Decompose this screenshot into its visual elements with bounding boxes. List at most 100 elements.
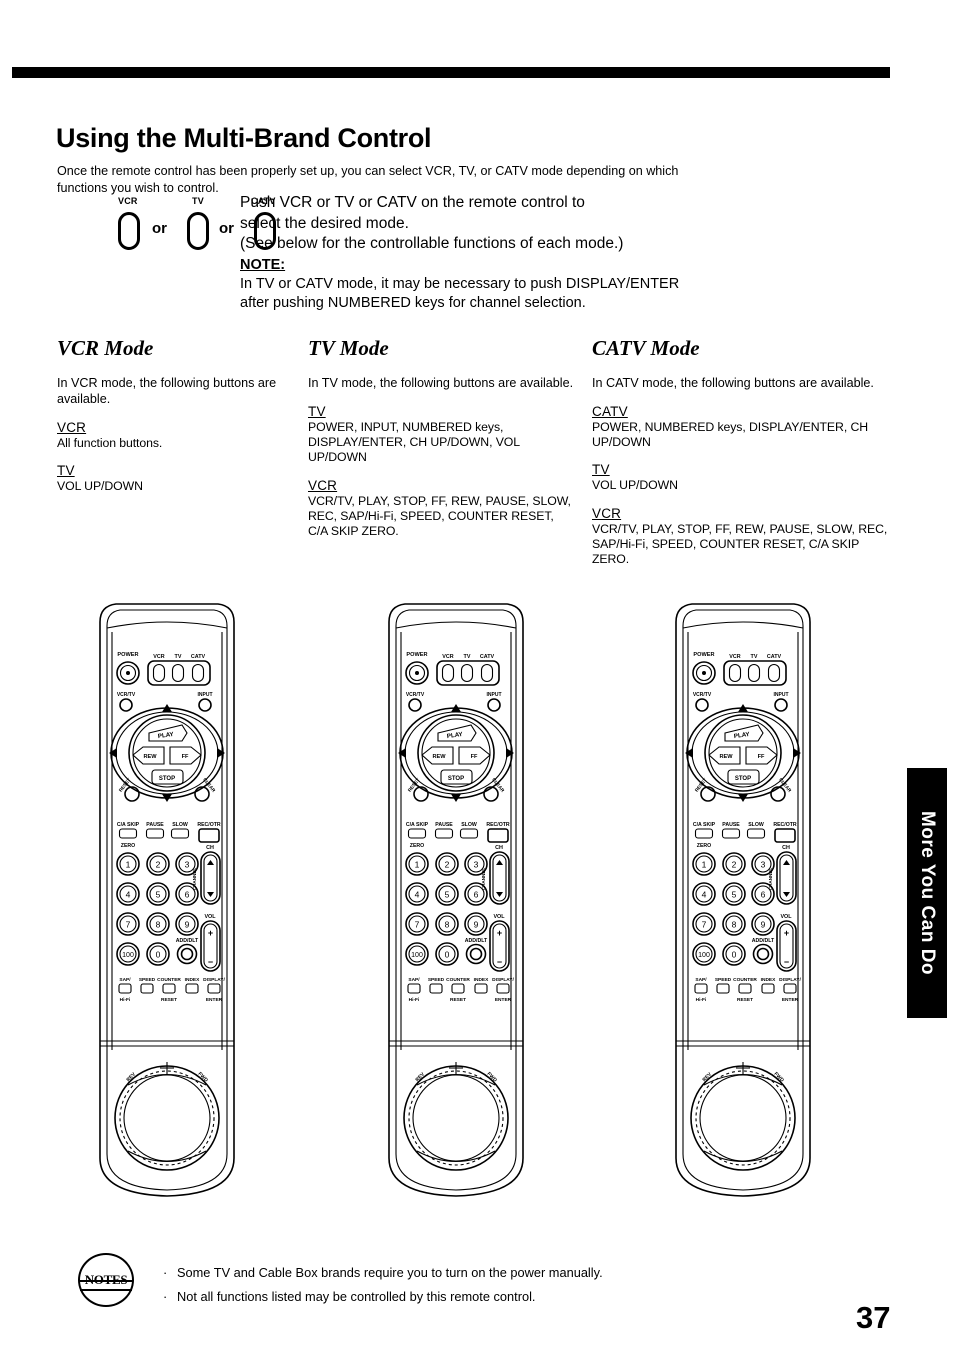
notes-list: · Some TV and Cable Box brands require yo… xyxy=(163,1261,713,1309)
svg-text:INDEX: INDEX xyxy=(474,977,489,983)
svg-text:PAUSE: PAUSE xyxy=(435,822,453,828)
mode-group: TV VOL UP/DOWN xyxy=(57,463,287,494)
svg-text:2: 2 xyxy=(445,859,450,869)
svg-text:7: 7 xyxy=(415,919,420,929)
svg-text:VOL: VOL xyxy=(493,914,505,920)
svg-text:VCR: VCR xyxy=(442,654,453,660)
svg-text:SPEED: SPEED xyxy=(715,977,732,983)
mode-column-intro-vcr: In VCR mode, the following buttons are a… xyxy=(57,376,277,406)
svg-text:REW: REW xyxy=(143,754,157,760)
svg-text:SAP/: SAP/ xyxy=(695,977,707,983)
svg-text:8: 8 xyxy=(445,919,450,929)
mode-group-title: TV xyxy=(592,462,610,478)
svg-text:0: 0 xyxy=(445,949,450,959)
svg-text:TV: TV xyxy=(751,654,758,660)
document-page: Using the Multi-Brand Control Once the r… xyxy=(0,0,954,1354)
svg-text:POWER: POWER xyxy=(693,652,714,658)
mode-key-vcr[interactable] xyxy=(118,212,140,250)
mode-column-catv: CATV Mode In CATV mode, the following bu… xyxy=(592,336,892,579)
svg-text:C/A SKIP: C/A SKIP xyxy=(406,822,429,828)
svg-text:INPUT: INPUT xyxy=(774,692,789,698)
svg-text:4: 4 xyxy=(126,889,131,899)
mode-group-title: VCR xyxy=(57,420,87,435)
page-title: Using the Multi-Brand Control xyxy=(56,123,432,154)
svg-text:VCR/TV: VCR/TV xyxy=(693,692,712,698)
svg-text:FF: FF xyxy=(758,754,765,760)
mode-column-title-tv: TV Mode xyxy=(308,336,389,360)
mode-group-body: VCR/TV, PLAY, STOP, FF, REW, PAUSE, SLOW… xyxy=(308,493,571,539)
svg-text:CATV: CATV xyxy=(767,654,782,660)
notes-badge-divider-bottom xyxy=(80,1289,132,1291)
svg-text:ENTER: ENTER xyxy=(782,997,799,1003)
svg-text:SPEED: SPEED xyxy=(139,977,156,983)
svg-text:0: 0 xyxy=(156,949,161,959)
mode-column-intro-catv: In CATV mode, the following buttons are … xyxy=(592,376,874,390)
svg-text:VCR: VCR xyxy=(153,654,164,660)
svg-text:STOP: STOP xyxy=(448,776,464,782)
mode-key-tv[interactable] xyxy=(187,212,209,250)
instruction-block: Push VCR or TV or CATV on the remote con… xyxy=(240,193,760,312)
svg-text:2: 2 xyxy=(156,859,161,869)
svg-text:5: 5 xyxy=(156,889,161,899)
svg-text:TV: TV xyxy=(175,654,182,660)
remote-illustration-tv: POWER VCR TV CATV VCR/TV INPUT PLAY REW FF STOP RE… xyxy=(375,598,537,1204)
svg-text:1: 1 xyxy=(415,859,420,869)
svg-text:ENTER: ENTER xyxy=(495,997,512,1003)
svg-text:PLAY: PLAY xyxy=(733,731,751,740)
svg-text:6: 6 xyxy=(474,889,479,899)
svg-text:C/A SKIP: C/A SKIP xyxy=(117,822,140,828)
svg-text:SPEED: SPEED xyxy=(428,977,445,983)
svg-text:0: 0 xyxy=(732,949,737,959)
svg-text:CHANNEL: CHANNEL xyxy=(192,868,197,891)
notes-badge-label: NOTES xyxy=(84,1272,128,1287)
svg-text:SAP/: SAP/ xyxy=(408,977,420,983)
svg-text:PLAY: PLAY xyxy=(446,731,464,740)
svg-text:CATV: CATV xyxy=(480,654,495,660)
svg-text:PAUSE: PAUSE xyxy=(722,822,740,828)
svg-text:POWER: POWER xyxy=(117,652,138,658)
note-list-item: · Not all functions listed may be control… xyxy=(163,1285,713,1309)
svg-text:POWER: POWER xyxy=(406,652,427,658)
svg-text:+: + xyxy=(208,928,213,938)
svg-text:4: 4 xyxy=(702,889,707,899)
svg-text:9: 9 xyxy=(761,919,766,929)
svg-text:FF: FF xyxy=(182,754,189,760)
svg-text:9: 9 xyxy=(474,919,479,929)
mode-group: VCR All function buttons. xyxy=(57,420,287,451)
header-rule xyxy=(12,67,890,78)
svg-text:INPUT: INPUT xyxy=(487,692,502,698)
svg-text:CH: CH xyxy=(206,845,214,851)
svg-text:VOL: VOL xyxy=(204,914,216,920)
svg-text:5: 5 xyxy=(732,889,737,899)
svg-text:COUNTER: COUNTER xyxy=(733,977,757,983)
svg-text:STOP: STOP xyxy=(735,776,751,782)
mode-select-row: VCR or TV or CATV xyxy=(56,196,276,256)
svg-text:VCR/TV: VCR/TV xyxy=(406,692,425,698)
svg-text:ZERO: ZERO xyxy=(697,843,711,849)
svg-text:−: − xyxy=(497,957,502,967)
mode-column-intro-tv: In TV mode, the following buttons are av… xyxy=(308,376,574,390)
svg-text:DISPLAY/: DISPLAY/ xyxy=(779,977,801,983)
page-number: 37 xyxy=(856,1300,891,1335)
svg-text:REC/OTR: REC/OTR xyxy=(486,822,510,828)
svg-text:8: 8 xyxy=(732,919,737,929)
svg-text:5: 5 xyxy=(445,889,450,899)
note-line-1: In TV or CATV mode, it may be necessary … xyxy=(240,276,680,292)
section-tab-more-you-can-do: More You Can Do xyxy=(907,768,947,1018)
svg-text:CH: CH xyxy=(495,845,503,851)
mode-column-tv: TV Mode In TV mode, the following button… xyxy=(308,336,576,551)
instruction-line-1: Push VCR or TV or CATV on the remote con… xyxy=(240,194,585,211)
svg-text:Hi-Fi: Hi-Fi xyxy=(409,997,420,1003)
instruction-line-3: (See below for the controllable function… xyxy=(240,235,624,252)
svg-text:+: + xyxy=(784,928,789,938)
note-list-item-text: Not all functions listed may be controll… xyxy=(177,1289,536,1304)
svg-text:−: − xyxy=(784,957,789,967)
mode-group-title: TV xyxy=(308,404,326,419)
svg-text:ADD/DLT: ADD/DLT xyxy=(176,938,199,944)
svg-text:ADD/DLT: ADD/DLT xyxy=(752,938,775,944)
mode-group-body: All function buttons. xyxy=(57,436,163,450)
svg-text:C/A SKIP: C/A SKIP xyxy=(693,822,716,828)
svg-text:SAP/: SAP/ xyxy=(119,977,131,983)
svg-text:STOP: STOP xyxy=(159,776,175,782)
mode-group-body: POWER, INPUT, NUMBERED keys, DISPLAY/ENT… xyxy=(308,420,520,465)
